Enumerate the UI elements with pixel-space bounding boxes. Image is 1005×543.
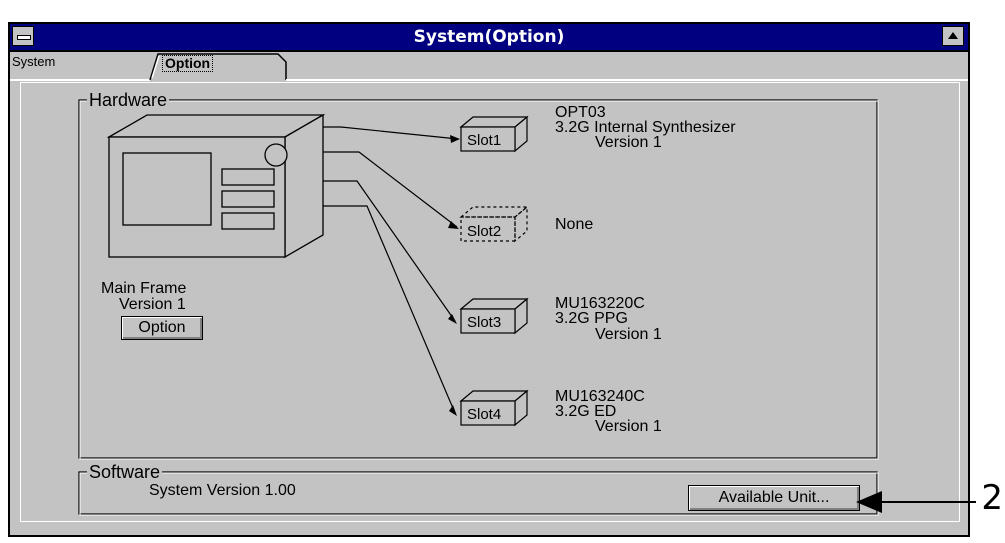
callout-arrow <box>856 491 976 513</box>
